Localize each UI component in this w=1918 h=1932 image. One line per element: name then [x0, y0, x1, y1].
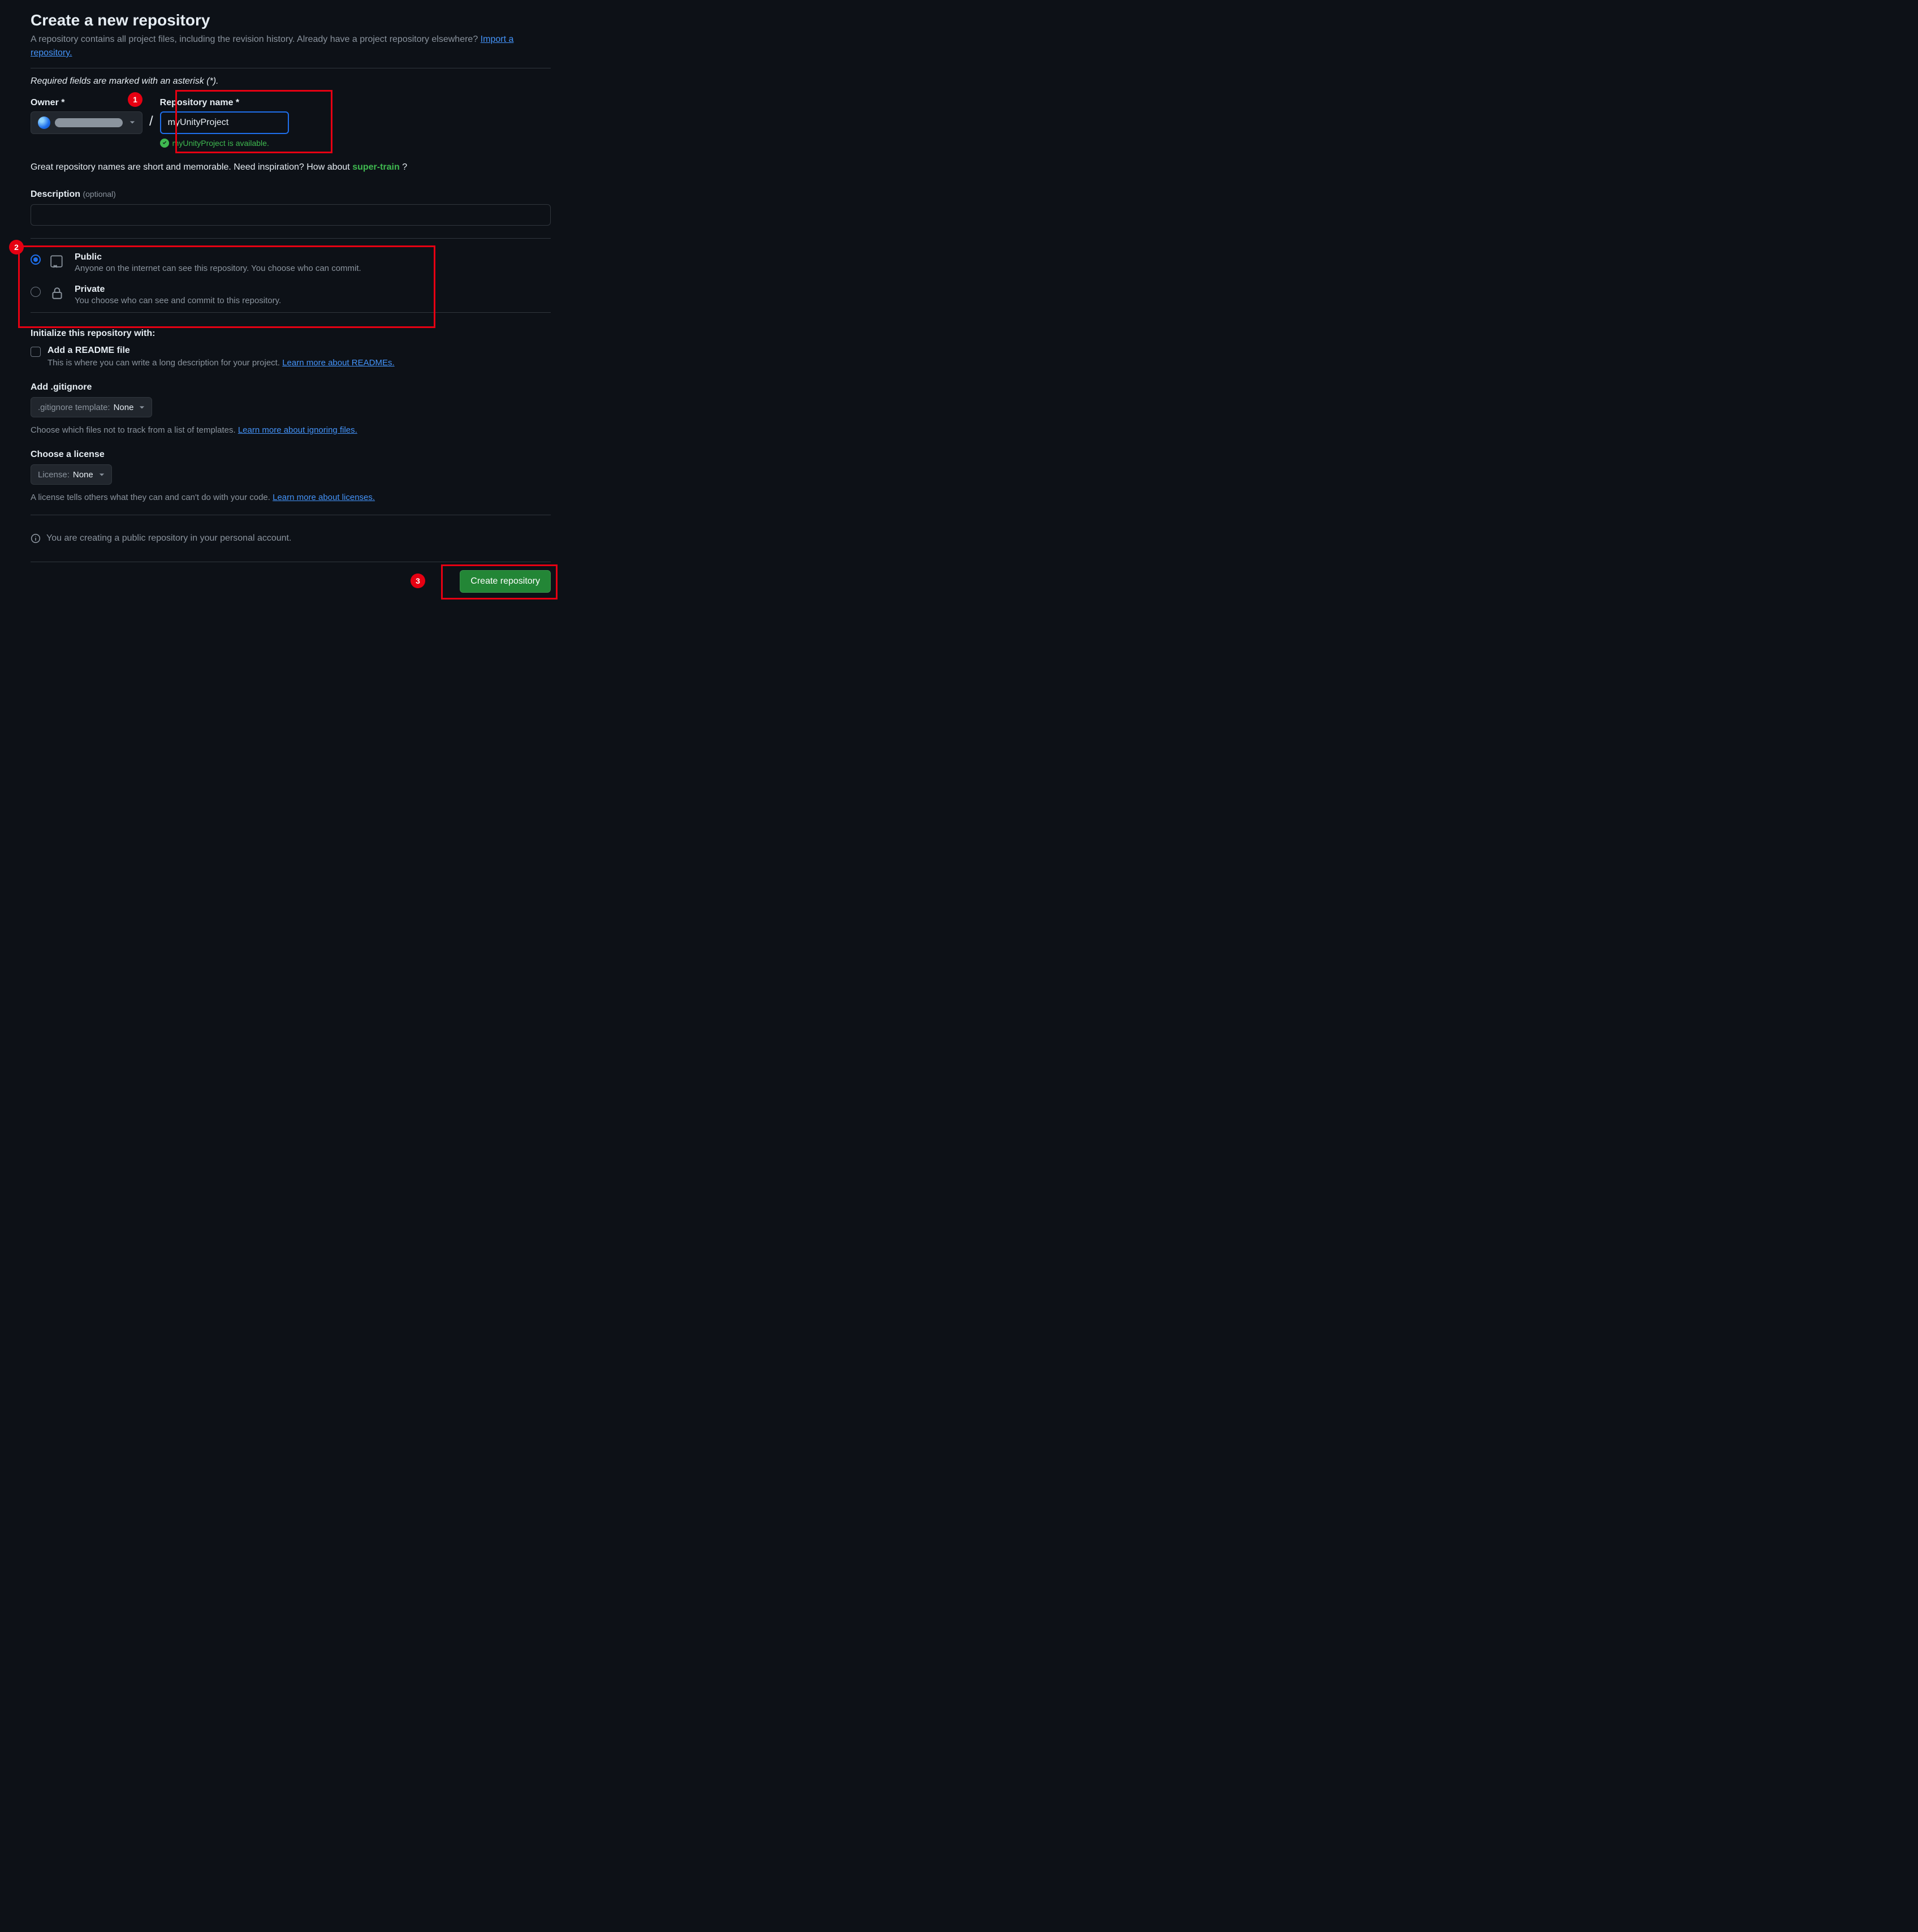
repo-name-tip: Great repository names are short and mem…: [31, 162, 551, 172]
owner-repo-separator: /: [149, 98, 153, 130]
caret-down-icon: [129, 118, 135, 128]
info-message-text: You are creating a public repository in …: [46, 533, 291, 544]
readme-checkbox[interactable]: [31, 347, 41, 357]
license-helper: A license tells others what they can and…: [31, 493, 551, 502]
callout-badge-3: 3: [411, 573, 425, 588]
repo-name-availability: myUnityProject is available.: [160, 139, 289, 148]
gitignore-learn-more-link[interactable]: Learn more about ignoring files.: [238, 425, 357, 435]
license-select[interactable]: License: None: [31, 464, 112, 485]
license-dropdown-value: None: [73, 470, 93, 480]
readme-learn-more-link[interactable]: Learn more about READMEs.: [282, 358, 394, 368]
license-heading: Choose a license: [31, 450, 551, 460]
gitignore-helper: Choose which files not to track from a l…: [31, 425, 551, 435]
gitignore-heading: Add .gitignore: [31, 382, 551, 393]
repo-name-availability-text: myUnityProject is available.: [172, 139, 269, 148]
repo-name-label: Repository name *: [160, 98, 289, 108]
repo-name-input[interactable]: [160, 111, 289, 134]
caret-down-icon: [139, 403, 145, 412]
visibility-public-title: Public: [75, 252, 361, 262]
info-icon: [31, 533, 41, 544]
callout-badge-2: 2: [9, 240, 24, 255]
owner-select[interactable]: [31, 111, 142, 134]
gitignore-dropdown-prefix: .gitignore template:: [38, 403, 110, 412]
page-subtitle-text: A repository contains all project files,…: [31, 34, 481, 44]
description-label-main: Description: [31, 189, 80, 199]
tip-suffix: ?: [402, 162, 407, 172]
visibility-public-row[interactable]: Public Anyone on the internet can see th…: [31, 247, 551, 279]
visibility-private-row[interactable]: Private You choose who can see and commi…: [31, 279, 551, 311]
avatar-icon: [38, 117, 50, 129]
required-fields-note: Required fields are marked with an aster…: [31, 76, 551, 87]
info-message-row: You are creating a public repository in …: [31, 523, 551, 554]
readme-desc: This is where you can write a long descr…: [47, 358, 395, 368]
visibility-private-title: Private: [75, 284, 281, 295]
readme-title: Add a README file: [47, 346, 395, 356]
license-helper-text: A license tells others what they can and…: [31, 493, 273, 502]
owner-name-placeholder: [55, 118, 123, 127]
initialize-heading: Initialize this repository with:: [31, 329, 551, 339]
owner-label: Owner *: [31, 98, 142, 108]
divider: [31, 312, 551, 313]
create-repository-button[interactable]: Create repository: [460, 570, 551, 593]
description-label: Description (optional): [31, 189, 551, 200]
gitignore-dropdown-value: None: [114, 403, 134, 412]
visibility-public-desc: Anyone on the internet can see this repo…: [75, 264, 361, 273]
page-title: Create a new repository: [31, 11, 551, 29]
readme-desc-text: This is where you can write a long descr…: [47, 358, 282, 368]
readme-checkbox-row[interactable]: Add a README file This is where you can …: [31, 346, 551, 368]
divider: [31, 238, 551, 239]
description-input[interactable]: [31, 204, 551, 226]
page-subtitle: A repository contains all project files,…: [31, 33, 551, 60]
check-circle-icon: [160, 139, 169, 148]
visibility-private-desc: You choose who can see and commit to thi…: [75, 296, 281, 305]
lock-icon: [50, 286, 66, 303]
gitignore-helper-text: Choose which files not to track from a l…: [31, 425, 238, 435]
license-learn-more-link[interactable]: Learn more about licenses.: [273, 493, 375, 502]
tip-prefix: Great repository names are short and mem…: [31, 162, 352, 172]
callout-badge-1: 1: [128, 92, 142, 107]
gitignore-template-select[interactable]: .gitignore template: None: [31, 397, 152, 417]
suggested-repo-name[interactable]: super-train: [352, 162, 400, 172]
visibility-private-radio[interactable]: [31, 287, 41, 297]
license-dropdown-prefix: License:: [38, 470, 70, 480]
description-label-optional: (optional): [83, 189, 115, 199]
caret-down-icon: [99, 470, 105, 480]
visibility-public-radio[interactable]: [31, 255, 41, 265]
repo-public-icon: [50, 253, 66, 271]
